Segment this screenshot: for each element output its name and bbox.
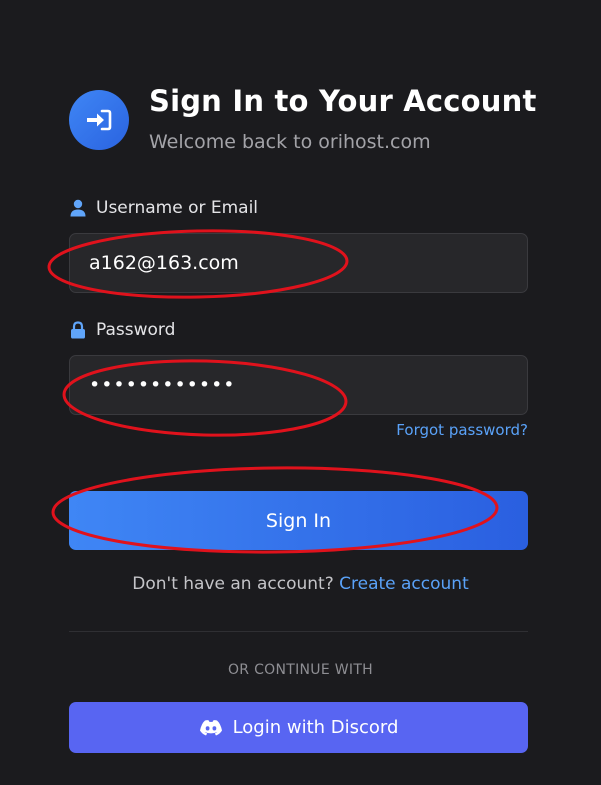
password-label-text: Password	[96, 320, 176, 340]
lock-icon	[69, 321, 87, 339]
login-card: Sign In to Your Account Welcome back to …	[0, 0, 601, 785]
register-prompt-text: Don't have an account?	[132, 574, 334, 594]
divider	[69, 631, 528, 632]
discord-login-label: Login with Discord	[232, 717, 399, 738]
username-input[interactable]	[69, 233, 528, 293]
register-prompt: Don't have an account? Create account	[0, 574, 601, 594]
forgot-password-link[interactable]: Forgot password?	[396, 421, 528, 439]
discord-icon	[199, 719, 223, 737]
or-continue-with-text: OR CONTINUE WITH	[227, 662, 373, 678]
user-icon	[69, 199, 87, 217]
sign-in-button[interactable]: Sign In	[69, 491, 528, 550]
username-label: Username or Email	[69, 198, 258, 218]
password-label: Password	[69, 320, 175, 340]
username-label-text: Username or Email	[96, 198, 259, 218]
create-account-link[interactable]: Create account	[339, 574, 469, 594]
password-input[interactable]	[69, 355, 528, 415]
discord-login-button[interactable]: Login with Discord	[69, 702, 528, 753]
page-subtitle: Welcome back to orihost.com	[149, 131, 431, 153]
page-title: Sign In to Your Account	[149, 84, 537, 118]
sign-in-icon	[69, 90, 129, 150]
